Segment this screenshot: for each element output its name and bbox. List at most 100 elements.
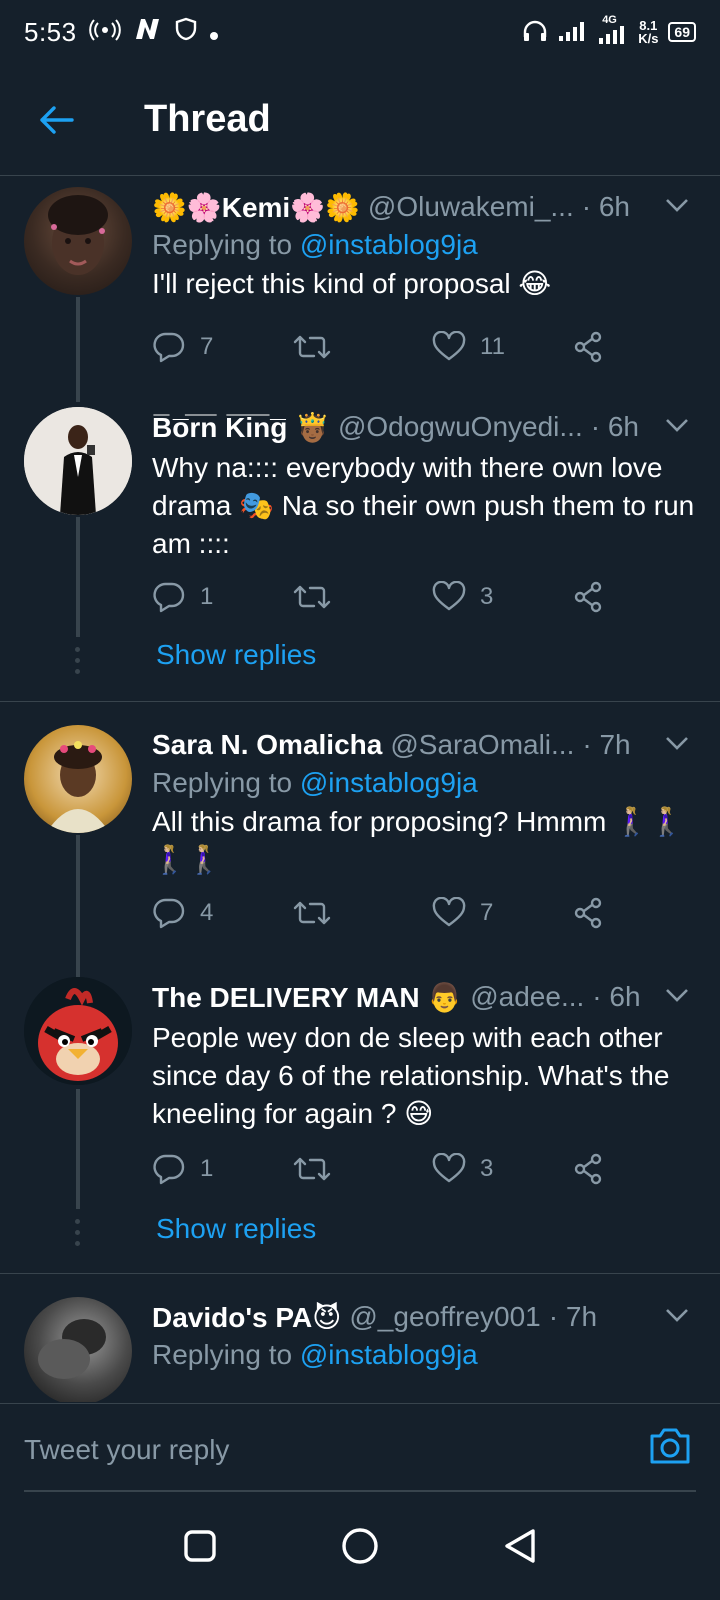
like-icon bbox=[432, 897, 466, 927]
share-button[interactable] bbox=[572, 577, 606, 617]
timestamp: · 7h bbox=[582, 729, 631, 760]
reply-count: 1 bbox=[200, 1155, 214, 1182]
display-name[interactable]: B̅o̅r̅n̅ K̅i̅n̅g̅ 🤴🏾 bbox=[152, 411, 330, 444]
divider bbox=[0, 701, 720, 702]
signal-icon bbox=[558, 20, 588, 45]
like-button[interactable]: 7 bbox=[432, 893, 572, 933]
chevron-down-icon[interactable] bbox=[663, 981, 691, 1009]
username[interactable]: @Oluwakemi_... bbox=[368, 191, 574, 223]
back-button[interactable] bbox=[28, 92, 84, 148]
notification-dot-icon bbox=[209, 17, 219, 48]
retweet-button[interactable] bbox=[292, 893, 432, 933]
tweet[interactable]: 🌼🌸Kemi🌸🌼 @Oluwakemi_... · 6h Replying to… bbox=[0, 177, 720, 402]
reply-count: 7 bbox=[200, 333, 214, 360]
username[interactable]: @SaraOmali... bbox=[390, 729, 574, 761]
chevron-down-icon[interactable] bbox=[663, 191, 691, 219]
tweet-actions: 1 3 bbox=[152, 1149, 622, 1189]
thread-feed[interactable]: 🌼🌸Kemi🌸🌼 @Oluwakemi_... · 6h Replying to… bbox=[0, 177, 720, 1402]
show-replies-link[interactable]: Show replies bbox=[156, 1213, 316, 1245]
retweet-button[interactable] bbox=[292, 327, 432, 367]
like-button[interactable]: 3 bbox=[432, 577, 572, 617]
chevron-down-icon[interactable] bbox=[663, 1301, 691, 1329]
chevron-down-icon[interactable] bbox=[663, 729, 691, 757]
like-button[interactable]: 3 bbox=[432, 1149, 572, 1189]
share-button[interactable] bbox=[572, 1149, 606, 1189]
tweet[interactable]: Sara N. Omalicha @SaraOmali... · 7h Repl… bbox=[0, 717, 720, 980]
like-count: 7 bbox=[480, 899, 494, 926]
like-button[interactable]: 11 bbox=[432, 327, 572, 367]
tweet-content: The DELIVERY MAN 👨 @adee... · 6h People … bbox=[152, 979, 697, 1133]
camera-icon[interactable] bbox=[648, 1426, 692, 1466]
reply-icon bbox=[153, 1154, 185, 1185]
recent-apps-button[interactable] bbox=[180, 1526, 220, 1566]
display-name[interactable]: Sara N. Omalicha bbox=[152, 729, 382, 761]
replying-to: Replying to @instablog9ja bbox=[152, 229, 697, 261]
like-icon bbox=[432, 331, 466, 361]
tweet-header: Sara N. Omalicha @SaraOmali... · 7h bbox=[152, 727, 697, 763]
show-replies-link[interactable]: Show replies bbox=[156, 639, 316, 671]
reply-button[interactable]: 4 bbox=[152, 893, 292, 933]
avatar[interactable] bbox=[24, 1297, 132, 1402]
system-back-button[interactable] bbox=[500, 1526, 540, 1566]
tweet[interactable]: B̅o̅r̅n̅ K̅i̅n̅g̅ 🤴🏾 @OdogwuOnyedi... · … bbox=[0, 399, 720, 699]
retweet-button[interactable] bbox=[292, 577, 432, 617]
timestamp: · 6h bbox=[581, 191, 630, 222]
n-app-icon bbox=[133, 17, 163, 48]
home-button[interactable] bbox=[340, 1526, 380, 1566]
tweet-actions: 1 3 bbox=[152, 577, 622, 617]
thread-line bbox=[76, 297, 80, 402]
shield-icon bbox=[175, 17, 197, 48]
tweet-text: I'll reject this kind of proposal 😂 bbox=[152, 268, 552, 299]
share-icon bbox=[574, 897, 602, 929]
divider bbox=[0, 1273, 720, 1274]
display-name[interactable]: The DELIVERY MAN 👨 bbox=[152, 981, 462, 1014]
reply-button[interactable]: 1 bbox=[152, 1149, 292, 1189]
system-nav-bar bbox=[0, 1492, 720, 1600]
back-arrow-icon bbox=[40, 105, 74, 134]
like-count: 3 bbox=[480, 1155, 494, 1182]
tweet-text: Why na:::: everybody with there own love… bbox=[152, 452, 695, 559]
chevron-down-icon[interactable] bbox=[663, 411, 691, 439]
avatar[interactable] bbox=[24, 187, 132, 295]
replying-to-link[interactable]: @instablog9ja bbox=[300, 1339, 478, 1370]
username[interactable]: @OdogwuOnyedi... bbox=[338, 411, 583, 443]
share-icon bbox=[574, 331, 602, 363]
retweet-icon bbox=[293, 1157, 331, 1181]
like-count: 11 bbox=[480, 333, 505, 360]
tweet[interactable]: The DELIVERY MAN 👨 @adee... · 6h People … bbox=[0, 977, 720, 1277]
timestamp: · 6h bbox=[592, 981, 641, 1012]
reply-input[interactable]: Tweet your reply bbox=[24, 1434, 229, 1466]
wifi-calling-icon bbox=[88, 17, 121, 48]
tweet-content: Davido's PA😈 @_geoffrey001 · 7h Replying… bbox=[152, 1299, 697, 1371]
retweet-button[interactable] bbox=[292, 1149, 432, 1189]
tweet-header: The DELIVERY MAN 👨 @adee... · 6h bbox=[152, 979, 697, 1015]
replying-to-link[interactable]: @instablog9ja bbox=[300, 767, 478, 798]
share-button[interactable] bbox=[572, 327, 606, 367]
share-button[interactable] bbox=[572, 893, 606, 933]
username[interactable]: @adee... bbox=[470, 981, 584, 1013]
retweet-icon bbox=[293, 585, 331, 609]
replying-to-link[interactable]: @instablog9ja bbox=[300, 229, 478, 260]
replying-to-label: Replying to bbox=[152, 1339, 293, 1370]
reply-composer[interactable]: Tweet your reply bbox=[0, 1403, 720, 1492]
username[interactable]: @_geoffrey001 bbox=[349, 1301, 540, 1333]
display-name[interactable]: Davido's PA😈 bbox=[152, 1301, 341, 1334]
home-square-icon bbox=[184, 1530, 216, 1562]
replying-to-label: Replying to bbox=[152, 229, 293, 260]
tweet-content: Sara N. Omalicha @SaraOmali... · 7h Repl… bbox=[152, 727, 697, 879]
tweet[interactable]: Davido's PA😈 @_geoffrey001 · 7h Replying… bbox=[0, 1293, 720, 1402]
tweet-text: People wey don de sleep with each other … bbox=[152, 1022, 670, 1129]
battery-icon: 69 bbox=[668, 22, 696, 42]
replying-to: Replying to @instablog9ja bbox=[152, 1339, 697, 1371]
tweet-content: 🌼🌸Kemi🌸🌼 @Oluwakemi_... · 6h Replying to… bbox=[152, 189, 697, 303]
avatar[interactable] bbox=[24, 407, 132, 515]
reply-button[interactable]: 1 bbox=[152, 577, 292, 617]
display-name[interactable]: 🌼🌸Kemi🌸🌼 bbox=[152, 191, 360, 224]
avatar[interactable] bbox=[24, 977, 132, 1085]
avatar[interactable] bbox=[24, 725, 132, 833]
more-replies-dots bbox=[75, 1219, 81, 1246]
share-icon bbox=[574, 1153, 602, 1185]
reply-button[interactable]: 7 bbox=[152, 327, 292, 367]
tweet-actions: 7 11 bbox=[152, 327, 622, 367]
like-icon bbox=[432, 581, 466, 611]
